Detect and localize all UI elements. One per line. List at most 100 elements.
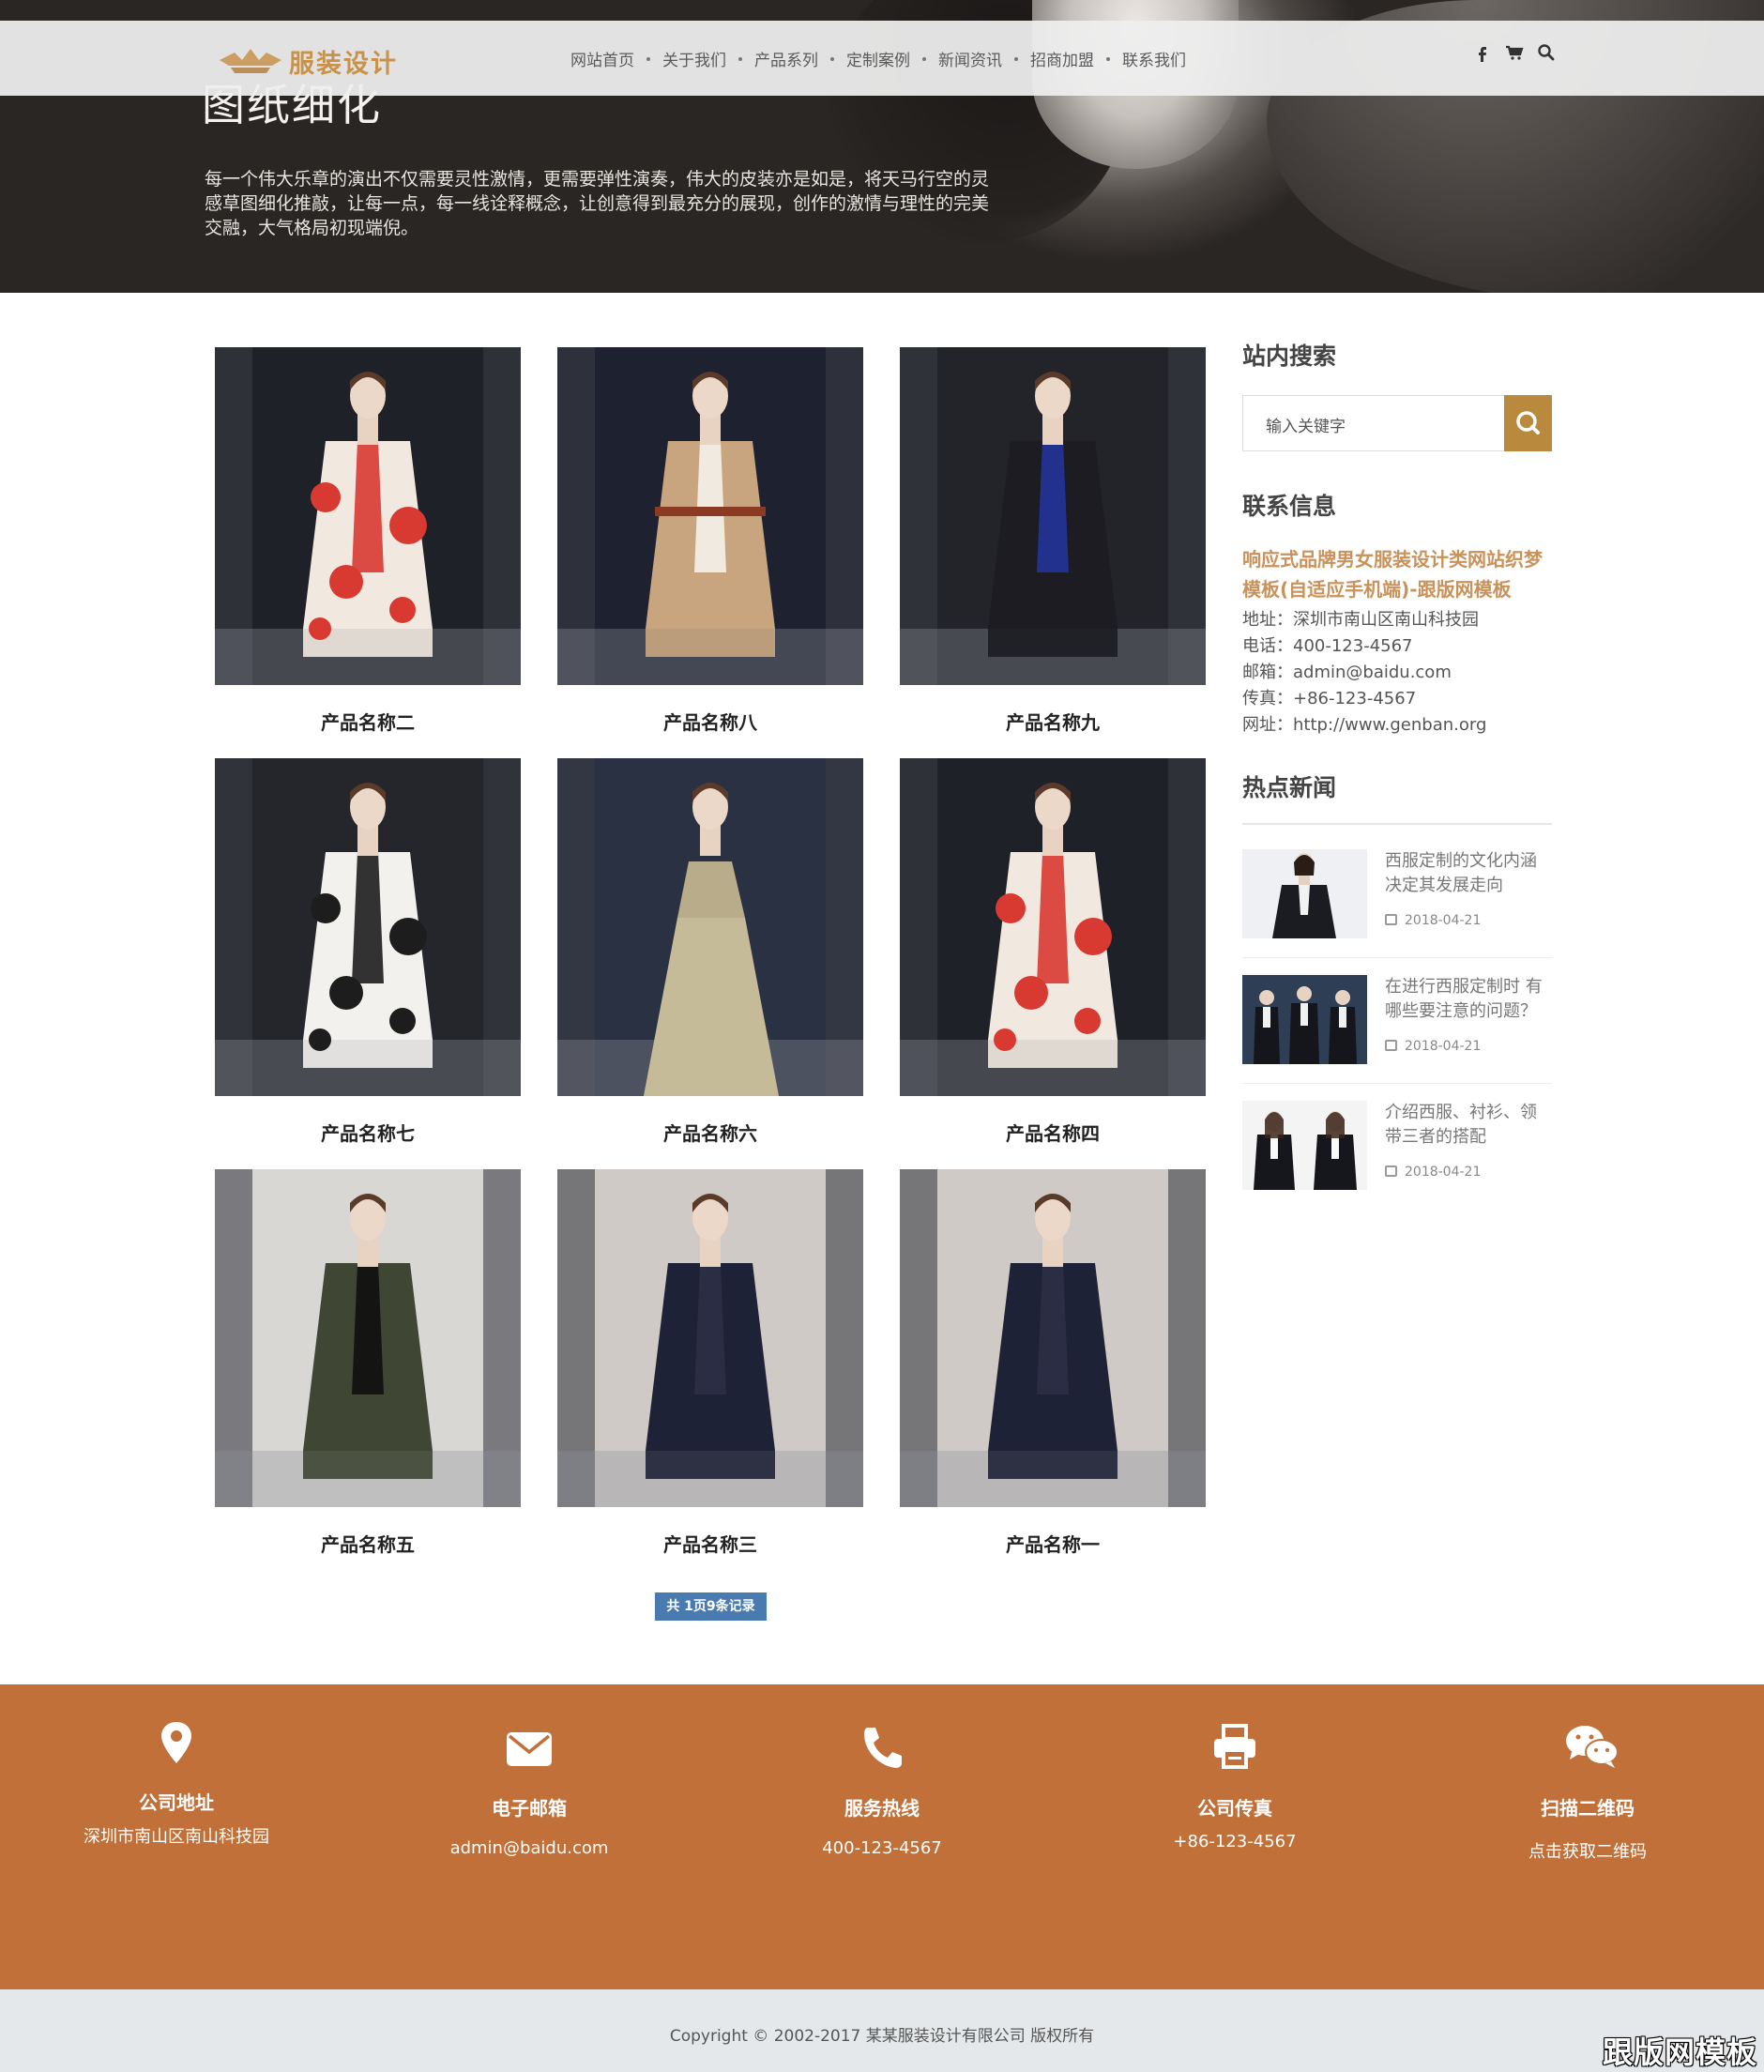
product-name[interactable]: 产品名称二 xyxy=(215,708,521,735)
nav-separator-dot xyxy=(1014,56,1018,61)
product-name[interactable]: 产品名称五 xyxy=(215,1530,521,1557)
calendar-icon xyxy=(1385,914,1397,925)
product-card[interactable]: 产品名称二 xyxy=(215,347,521,741)
nav-item[interactable]: 定制案例 xyxy=(846,47,910,70)
header-icons xyxy=(1473,43,1556,62)
contact-section-title: 联系信息 xyxy=(1242,493,1337,520)
footer-value[interactable]: 点击获取二维码 xyxy=(1411,1838,1764,1863)
nav-item[interactable]: 联系我们 xyxy=(1122,47,1186,70)
phone-icon xyxy=(859,1722,905,1773)
main-nav: 网站首页 关于我们 产品系列 定制案例 新闻资讯 招商加盟 联系我们 xyxy=(570,47,1186,70)
cart-icon[interactable] xyxy=(1505,43,1524,62)
copyright-text: Copyright © 2002-2017 某某服装设计有限公司 版权所有 xyxy=(669,2027,1095,2046)
news-section-title: 热点新闻 xyxy=(1242,774,1337,801)
nav-separator-dot xyxy=(830,56,834,61)
contact-info-line: 地址：深圳市南山区南山科技园 xyxy=(1242,606,1479,631)
search-button[interactable] xyxy=(1504,395,1552,451)
product-card[interactable]: 产品名称四 xyxy=(900,758,1206,1152)
product-card[interactable]: 产品名称七 xyxy=(215,758,521,1152)
news-title[interactable]: 西服定制的文化内涵决定其发展走向 xyxy=(1385,849,1552,898)
sidebar: 站内搜索 输入关键字 联系信息 响应式品牌男女服装设计类网站织梦模板(自适应手机… xyxy=(1242,338,1552,1190)
product-card[interactable]: 产品名称三 xyxy=(557,1169,863,1563)
news-thumbnail[interactable] xyxy=(1242,1101,1367,1190)
top-navigation-bar: 服装设计 网站首页 关于我们 产品系列 定制案例 新闻资讯 招商加盟 联系我们 xyxy=(0,21,1764,96)
news-date: 2018-04-21 xyxy=(1385,1165,1481,1180)
product-card[interactable]: 产品名称六 xyxy=(557,758,863,1152)
hero-description: 每一个伟大乐章的演出不仅需要灵性激情，更需要弹性演奏，伟大的皮装亦是如是，将天马… xyxy=(205,169,990,238)
nav-separator-dot xyxy=(738,56,742,61)
contact-info-value: 400-123-4567 xyxy=(1293,636,1413,656)
news-date: 2018-04-21 xyxy=(1385,1039,1481,1054)
wechat-icon xyxy=(1564,1722,1619,1773)
news-thumbnail[interactable] xyxy=(1242,975,1367,1064)
product-photo[interactable] xyxy=(557,1169,863,1507)
product-photo[interactable] xyxy=(557,758,863,1096)
search-input[interactable]: 输入关键字 xyxy=(1266,413,1346,436)
product-photo[interactable] xyxy=(900,1169,1206,1507)
footer-value[interactable]: admin@baidu.com xyxy=(353,1838,706,1858)
product-name[interactable]: 产品名称六 xyxy=(557,1119,863,1146)
contact-info-label: 地址： xyxy=(1242,610,1293,630)
footer-value: +86-123-4567 xyxy=(1173,1832,1297,1851)
product-photo[interactable] xyxy=(557,347,863,685)
product-card[interactable]: 产品名称八 xyxy=(557,347,863,741)
product-photo[interactable] xyxy=(900,758,1206,1096)
site-logo[interactable]: 服装设计 xyxy=(218,41,415,79)
product-card[interactable]: 产品名称九 xyxy=(900,347,1206,741)
product-name[interactable]: 产品名称三 xyxy=(557,1530,863,1557)
product-name[interactable]: 产品名称七 xyxy=(215,1119,521,1146)
news-date-text: 2018-04-21 xyxy=(1405,1039,1482,1054)
printer-icon xyxy=(1211,1722,1258,1773)
product-card[interactable]: 产品名称五 xyxy=(215,1169,521,1563)
footer-value: 400-123-4567 xyxy=(822,1838,942,1858)
site-search-form: 输入关键字 xyxy=(1242,395,1552,451)
nav-separator-dot xyxy=(922,56,926,61)
footer-contact-column: 扫描二维码 点击获取二维码 xyxy=(1411,1684,1764,1989)
contact-info-value: +86-123-4567 xyxy=(1293,689,1417,708)
contact-info-value: admin@baidu.com xyxy=(1293,663,1452,682)
contact-info-line: 电话：400-123-4567 xyxy=(1242,632,1413,657)
product-name[interactable]: 产品名称九 xyxy=(900,708,1206,735)
footer-contact-column: 公司传真 +86-123-4567 xyxy=(1058,1684,1411,1989)
nav-item[interactable]: 招商加盟 xyxy=(1030,47,1094,70)
nav-separator-dot xyxy=(646,56,650,61)
contact-info-line: 邮箱：admin@baidu.com xyxy=(1242,659,1452,683)
search-icon[interactable] xyxy=(1537,43,1556,62)
news-item[interactable]: 介绍西服、衬衫、领带三者的搭配 2018-04-21 xyxy=(1242,1101,1552,1226)
facebook-icon[interactable] xyxy=(1473,43,1492,62)
product-photo[interactable] xyxy=(215,347,521,685)
nav-separator-dot xyxy=(1106,56,1110,61)
contact-info-label: 网址： xyxy=(1242,715,1293,735)
nav-item[interactable]: 网站首页 xyxy=(570,47,634,70)
news-title[interactable]: 在进行西服定制时 有哪些要注意的问题？ xyxy=(1385,975,1552,1024)
contact-info-value: http://www.genban.org xyxy=(1293,715,1487,735)
calendar-icon xyxy=(1385,1040,1397,1051)
watermark-text: 跟版网模板 xyxy=(1603,2034,1758,2070)
product-photo[interactable] xyxy=(900,347,1206,685)
product-name[interactable]: 产品名称八 xyxy=(557,708,863,735)
divider xyxy=(1242,1083,1552,1084)
calendar-icon xyxy=(1385,1166,1397,1177)
nav-item[interactable]: 产品系列 xyxy=(754,47,818,70)
footer-label: 扫描二维码 xyxy=(1541,1797,1635,1820)
news-item[interactable]: 在进行西服定制时 有哪些要注意的问题？ 2018-04-21 xyxy=(1242,975,1552,1100)
contact-info-value: 深圳市南山区南山科技园 xyxy=(1293,610,1479,630)
product-photo[interactable] xyxy=(215,1169,521,1507)
news-item[interactable]: 西服定制的文化内涵决定其发展走向 2018-04-21 xyxy=(1242,849,1552,974)
nav-item[interactable]: 新闻资讯 xyxy=(938,47,1002,70)
search-section-title: 站内搜索 xyxy=(1242,343,1337,370)
footer-contact-band: 公司地址 深圳市南山区南山科技园 电子邮箱 admin@baidu.com 服务… xyxy=(0,1684,1764,1989)
contact-info-line: 网址：http://www.genban.org xyxy=(1242,711,1486,736)
logo-crown-icon xyxy=(220,49,281,73)
news-thumbnail[interactable] xyxy=(1242,849,1367,938)
contact-info-label: 传真： xyxy=(1242,689,1293,708)
product-photo[interactable] xyxy=(215,758,521,1096)
product-card[interactable]: 产品名称一 xyxy=(900,1169,1206,1563)
news-date-text: 2018-04-21 xyxy=(1405,913,1482,928)
product-name[interactable]: 产品名称四 xyxy=(900,1119,1206,1146)
location-pin-icon xyxy=(153,1718,200,1769)
news-title[interactable]: 介绍西服、衬衫、领带三者的搭配 xyxy=(1385,1101,1552,1150)
product-name[interactable]: 产品名称一 xyxy=(900,1530,1206,1557)
nav-item[interactable]: 关于我们 xyxy=(662,47,726,70)
company-name-link[interactable]: 响应式品牌男女服装设计类网站织梦模板(自适应手机端)-跟版网模板 xyxy=(1242,544,1552,604)
